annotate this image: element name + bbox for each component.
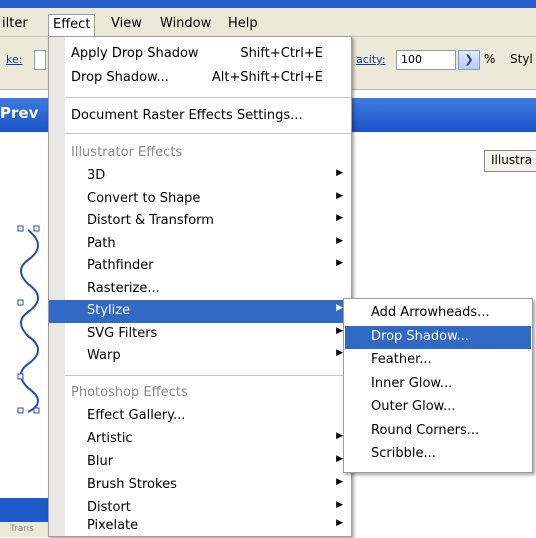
menu-help[interactable]: Help <box>228 16 258 31</box>
menu-bar: ilter Effect View Window Help <box>0 8 536 38</box>
transparency-tab[interactable]: Trans <box>0 522 48 537</box>
panel-title: Prev <box>0 104 39 122</box>
stylize-submenu: Add Arrowheads... Drop Shadow... Feather… <box>343 298 533 473</box>
opacity-arrow-button[interactable]: ❯ <box>458 50 480 70</box>
submenu-item-round-corners[interactable]: Round Corners... <box>345 420 531 444</box>
opacity-input[interactable]: 100 <box>396 50 456 70</box>
menu-item-path[interactable]: Path ▶ <box>49 233 351 256</box>
submenu-arrow-icon: ▶ <box>336 303 343 313</box>
menu-item-stylize[interactable]: Stylize ▶ <box>49 300 351 323</box>
menu-item-brush-strokes[interactable]: Brush Strokes ▶ <box>49 474 351 497</box>
menu-separator <box>65 375 351 376</box>
submenu-arrow-icon: ▶ <box>336 235 343 246</box>
submenu-arrow-icon: ▶ <box>336 348 343 358</box>
panel-bottom-bar <box>0 498 48 522</box>
menu-item-svg-filters[interactable]: SVG Filters ▶ <box>49 323 351 346</box>
menu-item-artistic[interactable]: Artistic ▶ <box>49 428 351 451</box>
menu-item-rasterize[interactable]: Rasterize... <box>49 278 351 301</box>
submenu-item-inner-glow[interactable]: Inner Glow... <box>345 373 531 397</box>
submenu-arrow-icon: ▶ <box>336 258 343 268</box>
menu-effect[interactable]: Effect <box>48 14 96 38</box>
illustrator-button[interactable]: Illustra <box>484 150 536 172</box>
submenu-item-scribble[interactable]: Scribble... <box>345 443 531 467</box>
submenu-arrow-icon: ▶ <box>336 168 343 178</box>
stroke-field[interactable] <box>34 50 46 70</box>
menu-item-raster-settings[interactable]: Document Raster Effects Settings... <box>49 105 351 128</box>
percent-sign: % <box>484 52 496 66</box>
illustrator-effects-header: Illustrator Effects <box>71 145 183 160</box>
submenu-arrow-icon: ▶ <box>336 477 343 487</box>
menu-item-pathfinder[interactable]: Pathfinder ▶ <box>49 255 351 278</box>
photoshop-effects-header: Photoshop Effects <box>71 385 188 400</box>
opacity-label[interactable]: acity: <box>356 53 386 66</box>
submenu-arrow-icon: ▶ <box>336 190 343 201</box>
menu-item-warp[interactable]: Warp ▶ <box>49 345 351 368</box>
submenu-item-feather[interactable]: Feather... <box>345 349 531 373</box>
selected-path-artwork[interactable] <box>0 222 48 522</box>
submenu-item-outer-glow[interactable]: Outer Glow... <box>345 396 531 420</box>
submenu-arrow-icon: ▶ <box>336 518 343 528</box>
submenu-arrow-icon: ▶ <box>336 431 343 441</box>
menu-item-effect-gallery[interactable]: Effect Gallery... <box>49 405 351 428</box>
effect-menu: Apply Drop Shadow Shift+Ctrl+E Drop Shad… <box>48 36 352 537</box>
submenu-arrow-icon: ▶ <box>336 325 343 336</box>
menu-item-drop-shadow[interactable]: Drop Shadow... Alt+Shift+Ctrl+E <box>49 67 351 90</box>
submenu-arrow-icon: ▶ <box>336 454 343 464</box>
artboard-left <box>0 132 49 537</box>
submenu-item-drop-shadow[interactable]: Drop Shadow... <box>345 325 531 349</box>
style-label[interactable]: Styl <box>510 52 533 66</box>
menu-item-distort-transform[interactable]: Distort & Transform ▶ <box>49 210 351 233</box>
submenu-item-add-arrowheads[interactable]: Add Arrowheads... <box>345 302 531 326</box>
menu-separator <box>65 133 351 134</box>
submenu-arrow-icon: ▶ <box>336 213 343 223</box>
menu-view[interactable]: View <box>111 16 142 31</box>
menu-item-3d[interactable]: 3D ▶ <box>49 165 351 188</box>
menu-item-apply-drop-shadow[interactable]: Apply Drop Shadow Shift+Ctrl+E <box>49 43 351 66</box>
submenu-arrow-icon: ▶ <box>336 500 343 510</box>
menu-item-blur[interactable]: Blur ▶ <box>49 451 351 474</box>
menu-filter[interactable]: ilter <box>2 16 28 31</box>
menu-item-convert-to-shape[interactable]: Convert to Shape ▶ <box>49 188 351 211</box>
window-titlebar <box>0 0 536 8</box>
menu-item-pixelate[interactable]: Pixelate ▶ <box>49 515 351 538</box>
menu-separator <box>65 97 351 98</box>
menu-window[interactable]: Window <box>160 16 211 31</box>
stroke-label[interactable]: ke: <box>6 53 22 66</box>
